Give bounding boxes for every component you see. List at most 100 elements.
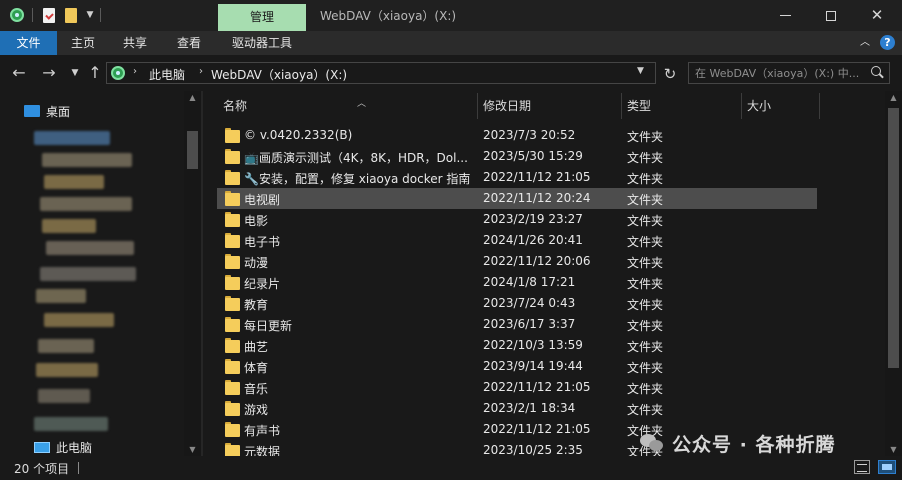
minimize-button[interactable] xyxy=(762,0,808,31)
file-list-scrollbar[interactable]: ▲ ▼ xyxy=(885,91,902,456)
file-name: 纪录片 xyxy=(244,277,281,291)
redacted-nav-item[interactable] xyxy=(46,241,134,255)
redacted-nav-item[interactable] xyxy=(44,175,104,189)
scroll-down-icon[interactable]: ▼ xyxy=(885,445,902,454)
forward-arrow-icon[interactable]: → xyxy=(40,64,58,82)
redacted-nav-item[interactable] xyxy=(34,417,108,431)
file-name: 体育 xyxy=(244,361,269,375)
tab-home[interactable]: 主页 xyxy=(66,31,100,55)
manage-context-tab[interactable]: 管理 xyxy=(218,4,306,31)
desktop-icon xyxy=(24,105,40,117)
file-type: 文件夹 xyxy=(627,235,664,249)
help-icon[interactable]: ? xyxy=(880,35,895,50)
sort-ascending-icon: ︿ xyxy=(357,99,367,109)
redacted-nav-item[interactable] xyxy=(34,131,110,145)
address-bar[interactable]: › 此电脑 › WebDAV（xiaoya）(X:) ▼ xyxy=(106,62,656,84)
file-type: 文件夹 xyxy=(627,382,664,396)
scroll-up-icon[interactable]: ▲ xyxy=(885,93,902,102)
redacted-nav-item[interactable] xyxy=(44,313,114,327)
file-type: 文件夹 xyxy=(627,277,664,291)
scroll-down-icon[interactable]: ▼ xyxy=(184,445,201,454)
chevron-right-icon[interactable]: › xyxy=(133,66,137,77)
properties-icon[interactable] xyxy=(42,6,56,24)
folder-icon xyxy=(225,359,240,374)
file-row[interactable]: 每日更新 2023/6/17 3:37 文件夹 xyxy=(217,314,817,335)
file-name: 游戏 xyxy=(244,403,269,417)
redacted-nav-item[interactable] xyxy=(38,389,90,403)
search-input[interactable] xyxy=(695,65,865,81)
file-type: 文件夹 xyxy=(627,403,664,417)
redacted-nav-item[interactable] xyxy=(40,197,132,211)
wechat-logo-icon xyxy=(640,432,666,454)
file-row[interactable]: 电影 2023/2/19 23:27 文件夹 xyxy=(217,209,817,230)
scrollbar-thumb[interactable] xyxy=(888,108,899,368)
breadcrumb-this-pc[interactable]: 此电脑 xyxy=(149,66,185,83)
nav-item-desktop[interactable]: 桌面 xyxy=(24,101,70,121)
folder-icon xyxy=(225,443,240,456)
tab-view[interactable]: 查看 xyxy=(172,31,206,55)
redacted-nav-item[interactable] xyxy=(40,267,136,281)
file-row[interactable]: © v.0420.2332(B) 2023/7/3 20:52 文件夹 xyxy=(217,125,817,146)
customize-quick-access-icon[interactable]: ▼ xyxy=(84,6,96,24)
maximize-icon xyxy=(826,10,836,21)
qa-divider xyxy=(100,8,101,22)
file-row[interactable]: 纪录片 2024/1/8 17:21 文件夹 xyxy=(217,272,817,293)
webdav-drive-icon[interactable] xyxy=(8,6,26,24)
status-divider xyxy=(78,462,79,474)
recent-locations-chevron-icon[interactable]: ▼ xyxy=(66,64,84,82)
file-name: 📺画质演示测试（4K，8K，HDR，Dol... xyxy=(244,151,468,165)
redacted-nav-item[interactable] xyxy=(42,153,132,167)
file-row[interactable]: 电视剧 2022/11/12 20:24 文件夹 xyxy=(217,188,817,209)
expand-ribbon-icon[interactable]: ︿ xyxy=(860,37,872,49)
status-bar: 20 个项目 xyxy=(0,456,902,480)
search-box[interactable] xyxy=(688,62,890,84)
nav-pane-scrollbar[interactable]: ▲ ▼ xyxy=(184,91,201,456)
column-header-name[interactable]: ︿ 名称 xyxy=(217,93,477,119)
file-row[interactable]: 🔧安装，配置，修复 xiaoya docker 指南 2022/11/12 21:… xyxy=(217,167,817,188)
maximize-button[interactable] xyxy=(808,0,854,31)
back-arrow-icon[interactable]: ← xyxy=(10,64,28,82)
chevron-right-icon[interactable]: › xyxy=(199,66,203,77)
file-row[interactable]: 教育 2023/7/24 0:43 文件夹 xyxy=(217,293,817,314)
nav-item-this-pc[interactable]: 此电脑 xyxy=(34,437,92,457)
large-icons-view-icon[interactable] xyxy=(878,460,896,474)
redacted-nav-item[interactable] xyxy=(42,219,96,233)
file-row[interactable]: 电子书 2024/1/26 20:41 文件夹 xyxy=(217,230,817,251)
file-row[interactable]: 曲艺 2022/10/3 13:59 文件夹 xyxy=(217,335,817,356)
file-modified-date: 2024/1/26 20:41 xyxy=(483,233,583,247)
breadcrumb-current-drive[interactable]: WebDAV（xiaoya）(X:) xyxy=(211,66,347,83)
file-name: © v.0420.2332(B) xyxy=(244,128,353,142)
file-row[interactable]: 音乐 2022/11/12 21:05 文件夹 xyxy=(217,377,817,398)
scrollbar-thumb[interactable] xyxy=(187,131,198,169)
file-row[interactable]: 体育 2023/9/14 19:44 文件夹 xyxy=(217,356,817,377)
file-row[interactable]: 动漫 2022/11/12 20:06 文件夹 xyxy=(217,251,817,272)
redacted-nav-item[interactable] xyxy=(36,289,86,303)
search-icon[interactable] xyxy=(869,65,885,81)
file-modified-date: 2023/7/24 0:43 xyxy=(483,296,576,310)
file-row[interactable]: 游戏 2023/2/1 18:34 文件夹 xyxy=(217,398,817,419)
details-view-icon[interactable] xyxy=(854,460,870,474)
close-button[interactable]: ✕ xyxy=(854,0,900,31)
scroll-up-icon[interactable]: ▲ xyxy=(184,93,201,102)
file-name: 音乐 xyxy=(244,382,269,396)
redacted-nav-item[interactable] xyxy=(36,363,98,377)
file-type: 文件夹 xyxy=(627,172,664,186)
folder-icon xyxy=(225,212,240,227)
file-name: 电影 xyxy=(244,214,269,228)
tab-drive-tools[interactable]: 驱动器工具 xyxy=(226,31,298,55)
refresh-icon[interactable]: ↻ xyxy=(660,64,680,84)
tab-file[interactable]: 文件 xyxy=(0,31,57,55)
column-header-size[interactable]: 大小 xyxy=(741,93,819,119)
tab-share[interactable]: 共享 xyxy=(118,31,152,55)
folder-icon xyxy=(225,149,240,164)
file-name: 电视剧 xyxy=(244,193,281,207)
column-resize-handle[interactable] xyxy=(819,93,820,119)
address-dropdown-icon[interactable]: ▼ xyxy=(637,66,644,76)
up-arrow-icon[interactable]: ↑ xyxy=(86,64,104,82)
column-header-date[interactable]: 修改日期 xyxy=(477,93,621,119)
file-row[interactable]: 📺画质演示测试（4K，8K，HDR，Dol... 2023/5/30 15:29 文… xyxy=(217,146,817,167)
redacted-nav-item[interactable] xyxy=(38,339,94,353)
column-header-type[interactable]: 类型 xyxy=(621,93,741,119)
minimize-icon xyxy=(779,15,791,16)
new-folder-icon[interactable] xyxy=(64,6,78,24)
